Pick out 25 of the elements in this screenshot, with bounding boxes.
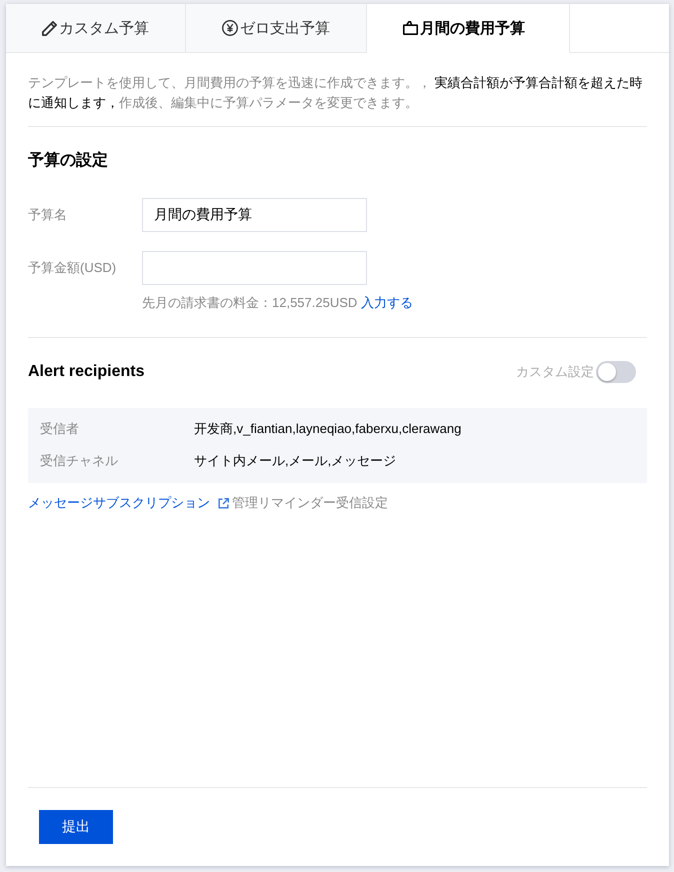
manage-reminder-link[interactable]: 管理リマインダー受信設定: [218, 493, 388, 513]
toggle-label: カスタム設定: [516, 363, 594, 381]
section-title: 予算の設定: [28, 151, 109, 171]
field-label: 受信チャネル: [40, 452, 118, 470]
tab[interactable]: ゼロ支出予算: [186, 4, 367, 53]
field-label: 予算金額(USD): [28, 259, 116, 277]
field-label: 予算名: [28, 206, 67, 224]
description-text: テンプレートを使用して、月間費用の予算を迅速に作成できます。， 実績合計額が予算合計額を超えた時に通知します，作成後、編集中に予算パラメータを変更できます。: [28, 74, 644, 112]
tab[interactable]: 月間の費用予算: [367, 4, 570, 53]
submit-button[interactable]: 提出: [39, 810, 113, 844]
field-label: 受信者: [40, 420, 79, 438]
input-field[interactable]: [142, 251, 367, 285]
tab[interactable]: カスタム予算: [6, 4, 186, 53]
bag-icon: [403, 21, 418, 35]
field-value: サイト内メール,メール,メッセージ: [194, 452, 396, 470]
section-title: Alert recipients: [28, 362, 144, 382]
toggle-switch[interactable]: [596, 361, 636, 383]
pencil-icon: [42, 20, 57, 36]
input-field[interactable]: 月間の費用予算: [142, 198, 367, 232]
field-value: 开发商,v_fiantian,layneqiao,faberxu,clerawang: [194, 420, 462, 438]
subscription-link[interactable]: メッセージサブスクリプション: [28, 493, 210, 513]
external-link-icon: [218, 498, 229, 508]
yen-circle-icon: [222, 20, 238, 36]
enter-link[interactable]: 入力する: [360, 295, 413, 310]
hint-text: 先月の請求書の料金：12,557.25USD 入力する: [142, 294, 414, 312]
